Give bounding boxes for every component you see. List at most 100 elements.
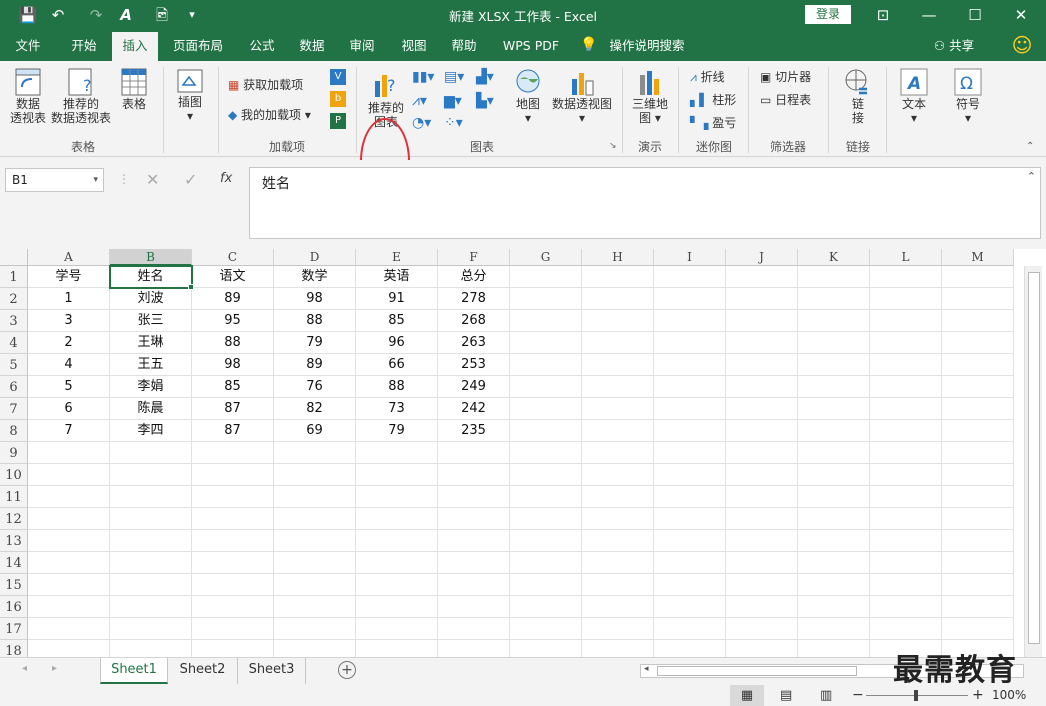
cell-b6[interactable]: 李娟: [110, 376, 192, 398]
customize-qat-icon[interactable]: ▾: [182, 5, 202, 25]
cell-k4[interactable]: [798, 332, 870, 354]
row-header[interactable]: 4: [0, 332, 28, 354]
cell-i9[interactable]: [654, 442, 726, 464]
vertical-scrollbar[interactable]: [1024, 266, 1042, 657]
cell-k6[interactable]: [798, 376, 870, 398]
cell-a10[interactable]: [28, 464, 110, 486]
table-button[interactable]: 表格: [114, 67, 154, 111]
column-header-a[interactable]: A: [28, 249, 110, 266]
cell-h16[interactable]: [582, 596, 654, 618]
cell-e1[interactable]: 英语: [356, 266, 438, 288]
my-addins-button[interactable]: ◆ 我的加载项 ▾: [228, 105, 311, 125]
cell-g16[interactable]: [510, 596, 582, 618]
tab-insert[interactable]: 插入: [112, 32, 158, 61]
cell-j5[interactable]: [726, 354, 798, 376]
h-scroll-thumb[interactable]: [657, 666, 857, 676]
cell-f1[interactable]: 总分: [438, 266, 510, 288]
cell-f7[interactable]: 242: [438, 398, 510, 420]
name-box[interactable]: B1 ▾: [5, 168, 104, 192]
cell-m12[interactable]: [942, 508, 1014, 530]
cell-a8[interactable]: 7: [28, 420, 110, 442]
cell-k7[interactable]: [798, 398, 870, 420]
cell-l5[interactable]: [870, 354, 942, 376]
cell-j15[interactable]: [726, 574, 798, 596]
cell-e14[interactable]: [356, 552, 438, 574]
cell-h11[interactable]: [582, 486, 654, 508]
cell-d11[interactable]: [274, 486, 356, 508]
cell-g2[interactable]: [510, 288, 582, 310]
row-header[interactable]: 7: [0, 398, 28, 420]
cell-m8[interactable]: [942, 420, 1014, 442]
cell-c1[interactable]: 语文: [192, 266, 274, 288]
cell-d1[interactable]: 数学: [274, 266, 356, 288]
cell-g8[interactable]: [510, 420, 582, 442]
cell-i17[interactable]: [654, 618, 726, 640]
cell-c3[interactable]: 95: [192, 310, 274, 332]
cell-a9[interactable]: [28, 442, 110, 464]
cell-g9[interactable]: [510, 442, 582, 464]
cell-f16[interactable]: [438, 596, 510, 618]
cell-h14[interactable]: [582, 552, 654, 574]
cell-d5[interactable]: 89: [274, 354, 356, 376]
cell-e12[interactable]: [356, 508, 438, 530]
cell-l7[interactable]: [870, 398, 942, 420]
cell-f13[interactable]: [438, 530, 510, 552]
cell-k10[interactable]: [798, 464, 870, 486]
cell-e7[interactable]: 73: [356, 398, 438, 420]
cell-m10[interactable]: [942, 464, 1014, 486]
cell-e11[interactable]: [356, 486, 438, 508]
line-chart-icon[interactable]: ⩘▾: [412, 93, 438, 111]
row-header[interactable]: 11: [0, 486, 28, 508]
tab-data[interactable]: 数据: [290, 30, 334, 61]
cell-m5[interactable]: [942, 354, 1014, 376]
cell-b11[interactable]: [110, 486, 192, 508]
insert-function-icon[interactable]: fx: [220, 171, 232, 186]
login-button[interactable]: 登录: [805, 5, 851, 24]
cell-h5[interactable]: [582, 354, 654, 376]
cell-a18[interactable]: [28, 640, 110, 657]
undo-icon[interactable]: ↶: [48, 5, 68, 25]
visio-icon[interactable]: V: [330, 69, 346, 85]
row-header[interactable]: 13: [0, 530, 28, 552]
fill-handle[interactable]: [188, 284, 194, 290]
cell-a15[interactable]: [28, 574, 110, 596]
enter-icon[interactable]: ✓: [184, 170, 197, 189]
add-sheet-icon[interactable]: +: [338, 661, 356, 679]
cell-e17[interactable]: [356, 618, 438, 640]
line-sparkline-button[interactable]: ⩘ 折线: [690, 67, 725, 87]
cell-c13[interactable]: [192, 530, 274, 552]
cell-d2[interactable]: 98: [274, 288, 356, 310]
close-icon[interactable]: ✕: [998, 0, 1044, 30]
cell-j16[interactable]: [726, 596, 798, 618]
cell-c9[interactable]: [192, 442, 274, 464]
collapse-ribbon-icon[interactable]: ⌃: [1026, 141, 1034, 152]
cell-e18[interactable]: [356, 640, 438, 657]
cell-m16[interactable]: [942, 596, 1014, 618]
cell-c18[interactable]: [192, 640, 274, 657]
cell-b5[interactable]: 王五: [110, 354, 192, 376]
tab-wps-pdf[interactable]: WPS PDF: [496, 30, 566, 61]
save-icon[interactable]: 💾: [18, 5, 38, 25]
text-button[interactable]: A 文本 ▾: [894, 67, 934, 125]
cell-g18[interactable]: [510, 640, 582, 657]
cell-l8[interactable]: [870, 420, 942, 442]
sheet-tab-3[interactable]: Sheet3: [238, 658, 306, 684]
cell-m11[interactable]: [942, 486, 1014, 508]
cell-f8[interactable]: 235: [438, 420, 510, 442]
cell-a1[interactable]: 学号: [28, 266, 110, 288]
cell-k17[interactable]: [798, 618, 870, 640]
cell-l10[interactable]: [870, 464, 942, 486]
tell-me-search[interactable]: 操作说明搜索: [602, 30, 692, 61]
cell-c11[interactable]: [192, 486, 274, 508]
cell-f17[interactable]: [438, 618, 510, 640]
cell-a5[interactable]: 4: [28, 354, 110, 376]
cell-i2[interactable]: [654, 288, 726, 310]
cell-f12[interactable]: [438, 508, 510, 530]
cell-h10[interactable]: [582, 464, 654, 486]
page-layout-view-icon[interactable]: ▤: [780, 685, 792, 706]
timeline-button[interactable]: ▭ 日程表: [760, 90, 811, 110]
tab-formulas[interactable]: 公式: [240, 30, 284, 61]
cell-d10[interactable]: [274, 464, 356, 486]
cell-f6[interactable]: 249: [438, 376, 510, 398]
cell-b2[interactable]: 刘波: [110, 288, 192, 310]
